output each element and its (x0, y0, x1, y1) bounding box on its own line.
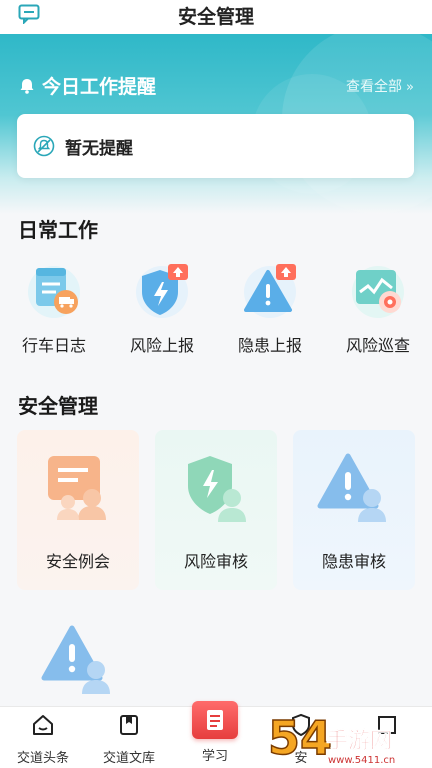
daily-item-risk-report[interactable]: 风险上报 (108, 258, 216, 356)
mgmt-item-label: 隐患审核 (321, 552, 386, 571)
study-icon (192, 701, 238, 739)
mgmt-item-label: 安全例会 (45, 552, 110, 571)
hazard-review-icon (317, 453, 386, 522)
library-icon (120, 715, 138, 735)
top-bar: 安全管理 (0, 0, 432, 34)
daily-item-logbook[interactable]: 行车日志 (0, 258, 108, 356)
bell-icon (20, 78, 34, 94)
mgmt-item-hazard-review[interactable]: 隐患审核 (293, 430, 415, 590)
view-all-label: 查看全部 (346, 79, 403, 95)
nav-item-headlines[interactable]: 交道头条 (0, 713, 86, 766)
hazard-review-icon[interactable] (38, 620, 118, 700)
home-icon (33, 715, 53, 735)
daily-work-grid: 行车日志 风险上报 隐患上报 风险巡查 (0, 258, 432, 358)
safety-management-title: 安全管理 (18, 394, 98, 418)
no-notification-icon (33, 135, 55, 157)
site-watermark-logo: 54 手游网 www.5411.cn (268, 710, 395, 766)
daily-item-risk-patrol[interactable]: 风险巡查 (324, 258, 432, 356)
daily-item-hazard-report[interactable]: 隐患上报 (216, 258, 324, 356)
nav-item-study[interactable]: 学习 (172, 701, 258, 764)
daily-item-label: 行车日志 (21, 336, 86, 355)
chevron-right-icon: » (406, 80, 414, 95)
risk-report-icon (136, 264, 188, 318)
reminder-card[interactable]: 暂无提醒 (17, 114, 414, 178)
daily-item-label: 风险巡查 (345, 336, 410, 355)
nav-label: 学习 (201, 749, 228, 764)
reminder-header: 今日工作提醒 (18, 72, 156, 99)
svg-text:手游网: 手游网 (326, 728, 392, 754)
logbook-icon (28, 266, 80, 318)
risk-review-icon (188, 456, 246, 522)
nav-label: 交道头条 (16, 751, 69, 766)
mgmt-item-meeting[interactable]: 安全例会 (17, 430, 139, 590)
mgmt-item-label: 风险审核 (183, 552, 248, 571)
daily-item-label: 隐患上报 (237, 336, 302, 355)
view-all-link[interactable]: 查看全部» (346, 76, 414, 96)
reminder-title: 今日工作提醒 (42, 76, 157, 98)
svg-text:54: 54 (268, 711, 332, 765)
nav-item-library[interactable]: 交道文库 (86, 713, 172, 766)
daily-work-title: 日常工作 (18, 218, 98, 242)
mgmt-item-risk-review[interactable]: 风险审核 (155, 430, 277, 590)
reminder-empty-text: 暂无提醒 (65, 138, 133, 159)
page-title: 安全管理 (177, 6, 254, 28)
meeting-icon (48, 456, 106, 520)
svg-text:www.5411.cn: www.5411.cn (328, 755, 395, 766)
daily-item-label: 风险上报 (129, 336, 194, 355)
risk-patrol-icon (352, 266, 404, 318)
hazard-report-icon (244, 264, 296, 318)
nav-label: 交道文库 (102, 751, 155, 766)
